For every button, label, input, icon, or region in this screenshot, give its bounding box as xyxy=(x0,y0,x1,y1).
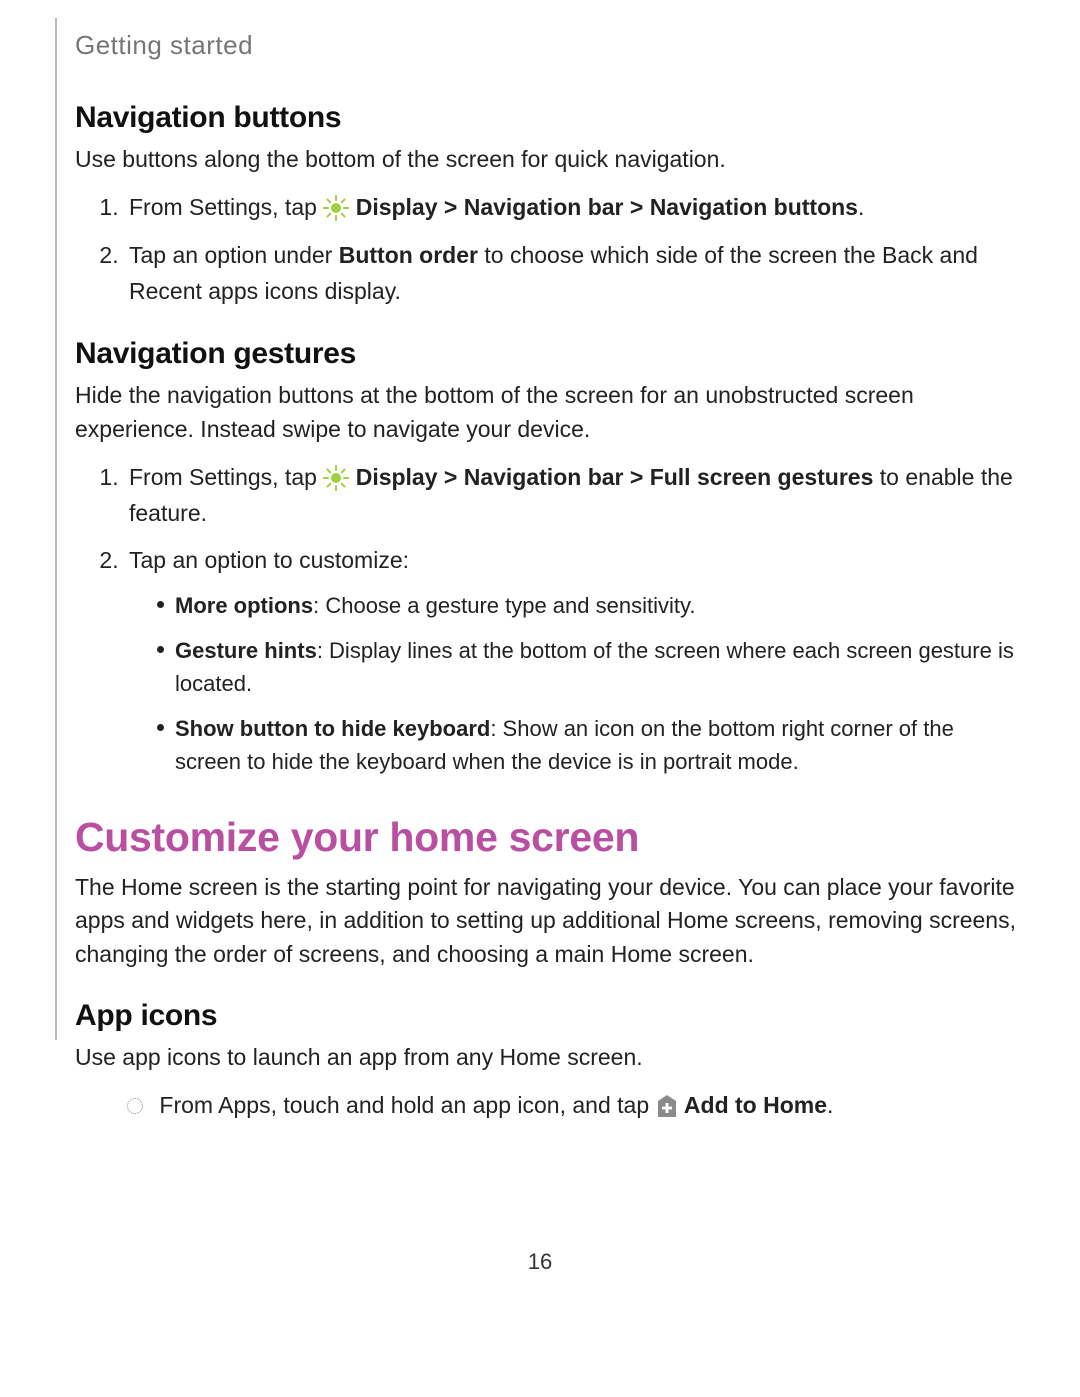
display-brightness-icon xyxy=(323,195,349,221)
list-item: Gesture hints: Display lines at the bott… xyxy=(157,634,1025,700)
ordered-list: From Settings, tap xyxy=(75,190,1025,309)
text: : Choose a gesture type and sensitivity. xyxy=(313,593,695,618)
text: Tap an option to customize: xyxy=(129,547,409,573)
list-item: More options: Choose a gesture type and … xyxy=(157,589,1025,622)
list-item: Show button to hide keyboard: Show an ic… xyxy=(157,712,1025,778)
text: From Settings, tap xyxy=(129,464,323,490)
bold-text: Button order xyxy=(339,242,478,268)
bold-text: Gesture hints xyxy=(175,638,317,663)
heading-customize-home-screen: Customize your home screen xyxy=(75,814,1025,861)
heading-app-icons: App icons xyxy=(75,999,1025,1033)
bold-text: Display > Navigation bar > Navigation bu… xyxy=(356,194,858,220)
list-item: From Settings, tap xyxy=(125,460,1025,531)
list-item: From Apps, touch and hold an app icon, a… xyxy=(75,1088,1025,1123)
sub-list: More options: Choose a gesture type and … xyxy=(129,589,1025,778)
bold-text: More options xyxy=(175,593,313,618)
list-item: Tap an option under Button order to choo… xyxy=(125,238,1025,309)
document-page: Getting started Navigation buttons Use b… xyxy=(0,0,1080,1300)
display-brightness-icon xyxy=(323,465,349,491)
bold-text: Add to Home xyxy=(684,1092,827,1118)
list-item: Tap an option to customize: More options… xyxy=(125,543,1025,778)
text: From Settings, tap xyxy=(129,194,323,220)
dotted-circle-icon xyxy=(127,1098,143,1114)
heading-navigation-gestures: Navigation gestures xyxy=(75,337,1025,371)
breadcrumb: Getting started xyxy=(75,30,1025,61)
paragraph: Hide the navigation buttons at the botto… xyxy=(75,379,1025,446)
paragraph: Use app icons to launch an app from any … xyxy=(75,1041,1025,1074)
text: . xyxy=(858,194,864,220)
text: From Apps, touch and hold an app icon, a… xyxy=(159,1092,655,1118)
ordered-list: From Settings, tap xyxy=(75,460,1025,778)
list-item: From Settings, tap xyxy=(125,190,1025,226)
page-number: 16 xyxy=(0,1249,1080,1275)
paragraph: The Home screen is the starting point fo… xyxy=(75,871,1025,971)
margin-rule xyxy=(55,18,57,1040)
bold-text: Show button to hide keyboard xyxy=(175,716,490,741)
bold-text: Display > Navigation bar > Full screen g… xyxy=(356,464,874,490)
add-to-home-icon xyxy=(656,1094,678,1118)
text: Tap an option under xyxy=(129,242,339,268)
paragraph: Use buttons along the bottom of the scre… xyxy=(75,143,1025,176)
text: . xyxy=(827,1092,833,1118)
heading-navigation-buttons: Navigation buttons xyxy=(75,101,1025,135)
